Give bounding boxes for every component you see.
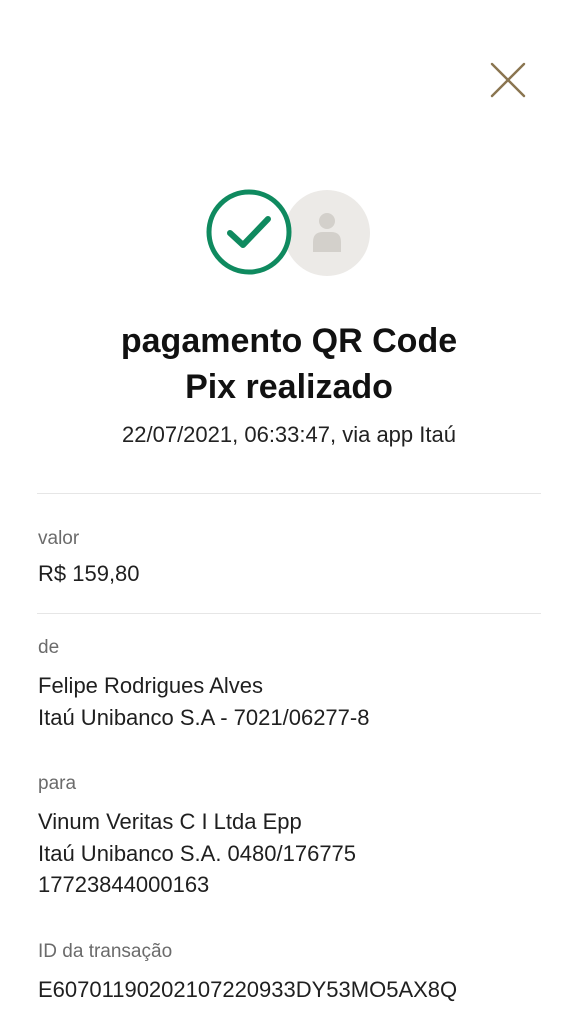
avatar: [284, 190, 370, 276]
valor-value: R$ 159,80: [38, 561, 140, 586]
close-icon: [490, 62, 526, 98]
transaction-id-value: E60701190202107220933DY53MO5AX8Q: [38, 977, 458, 1002]
payee-name: Vinum Veritas C I Ltda Epp: [38, 809, 302, 834]
transaction-datetime: 22/07/2021, 06:33:47, via app Itaú: [122, 422, 456, 447]
transaction-id-label: ID da transação: [38, 941, 173, 962]
payee-document: 17723844000163: [38, 872, 210, 897]
payer-bank: Itaú Unibanco S.A - 7021/06277-8: [38, 704, 370, 730]
payee-bank: Itaú Unibanco S.A. 0480/176775: [38, 840, 357, 866]
page-title: pagamento QR Code Pix realizado: [0, 318, 578, 410]
title-line-1: pagamento QR Code: [120, 322, 458, 360]
payer-name: Felipe Rodrigues Alves: [38, 673, 264, 698]
de-value: Felipe Rodrigues Alves Itaú Unibanco S.A…: [38, 670, 369, 733]
de-label: de: [38, 637, 60, 658]
person-placeholder-icon: [313, 213, 341, 252]
status-icons: [0, 188, 578, 278]
para-label: para: [38, 773, 77, 794]
divider: [37, 613, 541, 614]
close-button[interactable]: [486, 58, 530, 102]
valor-label: valor: [38, 528, 80, 549]
title-line-2: Pix realizado: [185, 368, 393, 406]
check-circle-icon: [206, 189, 292, 275]
divider: [37, 493, 541, 494]
para-value: Vinum Veritas C I Ltda Epp Itaú Unibanco…: [38, 806, 356, 901]
